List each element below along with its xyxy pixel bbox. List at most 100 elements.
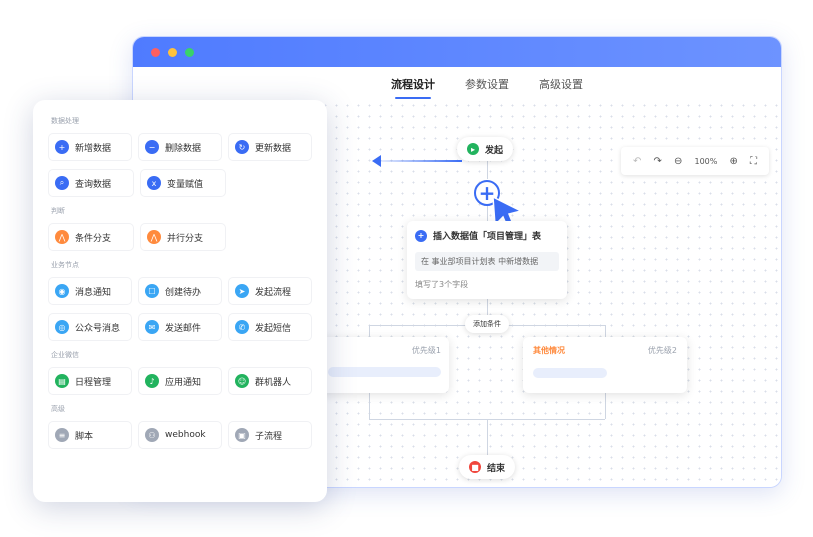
search-icon: ⌕ — [55, 176, 69, 190]
palette-item[interactable]: ✉ 发送邮件 — [139, 314, 221, 340]
start-label: 发起 — [485, 145, 504, 156]
section-title: 判断 — [51, 207, 65, 215]
palette-item[interactable]: + 新增数据 — [49, 134, 131, 160]
palette-item-label: webhook — [165, 430, 206, 440]
palette-row: ◉ 消息通知 ☐ 创建待办 ➤ 发起流程 — [49, 278, 311, 304]
tab-flow-design[interactable]: 流程设计 — [391, 67, 435, 103]
palette-item[interactable]: ≡ 脚本 — [49, 422, 131, 448]
branch-right-bar — [533, 368, 607, 378]
zoom-level: 100% — [694, 156, 718, 166]
arrow-head-icon — [372, 155, 381, 167]
webhook-icon: ⚇ — [145, 428, 159, 442]
plus-icon: + — [415, 229, 427, 242]
fullscreen-icon[interactable]: ⛶ — [750, 156, 757, 167]
drag-arrow — [378, 160, 462, 162]
palette-item[interactable]: ☐ 创建待办 — [139, 278, 221, 304]
palette-item[interactable]: ➤ 发起流程 — [229, 278, 311, 304]
palette-item[interactable]: − 删除数据 — [139, 134, 221, 160]
add-condition-button[interactable]: 添加条件 — [465, 315, 509, 333]
flow-icon: ➤ — [235, 284, 249, 298]
close-window-button[interactable] — [151, 47, 160, 57]
palette-item-label: 应用通知 — [165, 377, 202, 388]
palette-item-label: 并行分支 — [167, 233, 204, 244]
variable-icon: x — [147, 176, 161, 190]
connector — [487, 419, 488, 459]
end-node[interactable]: ■ 结束 — [459, 455, 516, 479]
palette-item[interactable]: ↻ 更新数据 — [229, 134, 311, 160]
zoom-out-icon[interactable]: ⊖ — [674, 156, 682, 167]
branch-icon: ⋀ — [55, 230, 69, 244]
todo-icon: ☐ — [145, 284, 159, 298]
bell-icon: ◉ — [55, 284, 69, 298]
redo-icon[interactable]: ↷ — [654, 156, 662, 167]
palette-item[interactable]: ⋀ 条件分支 — [49, 224, 133, 250]
robot-icon: ☺ — [235, 374, 249, 388]
palette-item[interactable]: ◎ 公众号消息 — [49, 314, 131, 340]
insert-note: 填写了3个字段 — [415, 280, 469, 289]
tabs-bar: 流程设计 参数设置 高级设置 — [133, 67, 781, 103]
palette-item-label: 公众号消息 — [75, 323, 121, 334]
palette-row: ⌕ 查询数据 x 变量赋值 — [49, 170, 311, 196]
palette-item[interactable]: ✆ 发起短信 — [229, 314, 311, 340]
palette-item[interactable]: ♪ 应用通知 — [139, 368, 221, 394]
palette-item-label: 脚本 — [75, 431, 94, 442]
insert-data-node[interactable]: + 插入数据值「项目管理」表 在 事业部项目计划表 中新增数据 填写了3个字段 — [407, 221, 567, 299]
palette-item-label: 消息通知 — [75, 287, 112, 298]
titlebar — [133, 37, 781, 67]
palette-item-label: 条件分支 — [75, 233, 112, 244]
insert-target: 在 事业部项目计划表 中新增数据 — [421, 257, 539, 266]
zoom-in-icon[interactable]: ⊕ — [729, 156, 737, 167]
palette-item-label: 创建待办 — [165, 287, 202, 298]
palette-item[interactable]: ⋀ 并行分支 — [141, 224, 225, 250]
palette-row: ⋀ 条件分支 ⋀ 并行分支 — [49, 224, 311, 250]
sms-icon: ✆ — [235, 320, 249, 334]
add-condition-label: 添加条件 — [473, 320, 501, 328]
subflow-icon: ▣ — [235, 428, 249, 442]
palette-item[interactable]: x 变量赋值 — [141, 170, 225, 196]
palette-row: + 新增数据 − 删除数据 ↻ 更新数据 — [49, 134, 311, 160]
notify-icon: ♪ — [145, 374, 159, 388]
palette-item-label: 发起流程 — [255, 287, 292, 298]
palette-item-label: 发起短信 — [255, 323, 292, 334]
node-palette-panel: 数据处理 + 新增数据 − 删除数据 ↻ 更新数据 ⌕ 查询数据 x 变量赋值 判断 ⋀ 条件分支 ⋀ 并行分… — [33, 100, 327, 502]
branch-left-row: 目1 — [311, 366, 441, 377]
palette-row: ◎ 公众号消息 ✉ 发送邮件 ✆ 发起短信 — [49, 314, 311, 340]
palette-item-label: 发送邮件 — [165, 323, 202, 334]
section-title: 业务节点 — [51, 261, 79, 269]
section-title: 企业微信 — [51, 351, 79, 359]
branch-right-card[interactable]: 其他情况 优先级2 — [523, 337, 687, 393]
undo-icon[interactable]: ↶ — [633, 156, 641, 167]
palette-row: ≡ 脚本 ⚇ webhook ▣ 子流程 — [49, 422, 311, 448]
canvas-toolbar: ↶ ↷ ⊖ 100% ⊕ ⛶ — [621, 147, 769, 175]
start-node[interactable]: ▸ 发起 — [457, 137, 514, 161]
palette-item-label: 查询数据 — [75, 179, 112, 190]
palette-item[interactable]: ⚇ webhook — [139, 422, 221, 448]
palette-item[interactable]: ▣ 子流程 — [229, 422, 311, 448]
calendar-icon: ▤ — [55, 374, 69, 388]
play-icon: ▸ — [467, 143, 479, 155]
script-icon: ≡ — [55, 428, 69, 442]
palette-item-label: 更新数据 — [255, 143, 292, 154]
palette-item-label: 删除数据 — [165, 143, 202, 154]
palette-item-label: 变量赋值 — [167, 179, 204, 190]
palette-item[interactable]: ▤ 日程管理 — [49, 368, 131, 394]
palette-item[interactable]: ◉ 消息通知 — [49, 278, 131, 304]
plus-icon: + — [55, 140, 69, 154]
palette-item[interactable]: ☺ 群机器人 — [229, 368, 311, 394]
tab-advanced[interactable]: 高级设置 — [539, 67, 583, 103]
section-title: 数据处理 — [51, 117, 79, 125]
wechat-icon: ◎ — [55, 320, 69, 334]
palette-item-label: 日程管理 — [75, 377, 112, 388]
palette-item-label: 群机器人 — [255, 377, 292, 388]
branch-left-priority: 优先级1 — [411, 346, 441, 355]
palette-item-label: 子流程 — [255, 431, 283, 442]
minimize-window-button[interactable] — [168, 47, 177, 57]
tab-parameters[interactable]: 参数设置 — [465, 67, 509, 103]
palette-row: ▤ 日程管理 ♪ 应用通知 ☺ 群机器人 — [49, 368, 311, 394]
section-title: 高级 — [51, 405, 65, 413]
palette-item-label: 新增数据 — [75, 143, 112, 154]
palette-item[interactable]: ⌕ 查询数据 — [49, 170, 133, 196]
branch-left-bar — [328, 366, 441, 377]
maximize-window-button[interactable] — [185, 47, 194, 57]
mail-icon: ✉ — [145, 320, 159, 334]
